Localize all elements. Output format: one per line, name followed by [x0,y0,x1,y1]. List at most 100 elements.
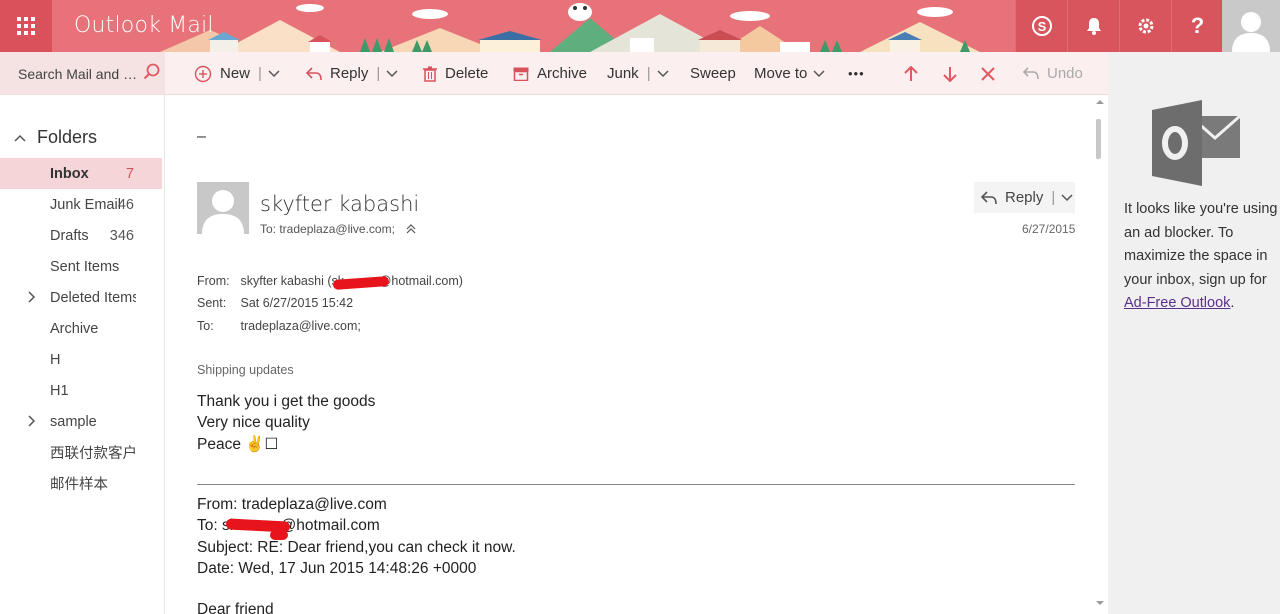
next-message-button[interactable] [943,52,965,95]
delete-label: Delete [445,65,489,82]
skype-button[interactable]: S [1015,0,1067,52]
folder-item[interactable]: Inbox 7 [0,158,162,189]
scroll-down-icon[interactable] [1095,600,1105,606]
sender-name[interactable]: skyfter kabashi [260,192,419,216]
app-launcher-button[interactable] [0,0,52,52]
folder-name: Archive [50,320,99,337]
folder-item[interactable]: Sent Items [0,251,162,282]
reading-scrollbar[interactable] [1095,95,1108,614]
folders-heading: Folders [37,127,98,147]
reading-pane [165,95,1108,614]
folder-name: H [50,351,61,368]
folder-item[interactable]: H [0,344,162,375]
search-input[interactable]: Search Mail and P... [18,66,142,82]
skype-icon: S [1031,16,1052,36]
quoted-greeting: Dear friend [197,601,274,614]
close-icon [981,66,995,81]
chevron-down-icon[interactable] [657,69,669,78]
help-button[interactable]: ? [1171,0,1223,52]
delete-button[interactable]: Delete [423,52,488,95]
trash-icon [423,66,437,82]
person-icon [202,190,244,234]
reply-toolbar-button[interactable]: Reply | [306,52,406,95]
folder-item[interactable]: 邮件样本 [0,468,162,499]
reply-button[interactable]: Reply | [974,182,1075,213]
folder-pane: Folders Inbox 7 Junk Email 46 Drafts 346 Sent … [0,95,165,614]
to-label: To: [197,319,214,333]
settings-button[interactable] [1119,0,1171,52]
banner-illustration [160,3,980,52]
archive-icon [513,67,529,81]
avatar-icon [1232,12,1270,52]
move-to-label: Move to [754,65,808,82]
body-line: Peace ✌☐ [197,436,279,453]
undo-button[interactable]: Undo [1023,52,1083,95]
to-value: tradeplaza@live.com; [240,319,361,333]
body-line: Very nice quality [197,414,310,431]
search-box[interactable]: Search Mail and P... [0,52,165,95]
unread-count: 7 [125,165,134,182]
plus-circle-icon [194,65,212,82]
ad-tail: . [1230,295,1235,311]
previous-message-button[interactable] [904,52,926,95]
junk-label: Junk [607,65,639,82]
collapse-toggle[interactable]: – [197,128,206,146]
chevron-right-icon[interactable] [28,291,36,303]
undo-label: Undo [1047,65,1083,82]
help-icon: ? [1190,13,1205,38]
chevron-down-icon[interactable] [268,69,280,78]
outlook-logo-icon [1152,100,1241,186]
notifications-button[interactable] [1067,0,1119,52]
quoted-header-line: Date: Wed, 17 Jun 2015 14:48:26 +0000 [197,560,477,577]
waffle-icon [17,17,35,35]
recipient-line: To: tradeplaza@live.com; [260,222,416,236]
close-message-button[interactable] [981,52,1003,95]
move-to-button[interactable]: Move to [754,52,833,95]
folder-name: 西联付款客户 [50,446,136,462]
ad-free-outlook-link[interactable]: Ad-Free Outlook [1124,295,1230,311]
folders-header[interactable]: Folders [14,127,97,148]
chevron-down-icon[interactable] [386,69,398,78]
search-icon[interactable] [143,63,161,81]
folder-item[interactable]: Junk Email 46 [0,189,162,220]
scrollbar-thumb[interactable] [1096,119,1101,159]
bell-icon [1086,18,1101,35]
recipient-text[interactable]: To: tradeplaza@live.com; [260,222,395,236]
scroll-up-icon[interactable] [1095,99,1105,105]
folder-item[interactable]: 西联付款客户 [0,437,162,468]
reply-icon [981,190,997,204]
more-icon: ••• [848,66,865,81]
sweep-label: Sweep [690,65,736,82]
reply-label: Reply [1005,189,1044,206]
folder-name: 邮件样本 [50,477,108,493]
folder-item[interactable]: H1 [0,375,162,406]
sweep-button[interactable]: Sweep [690,52,736,95]
ad-text: It looks like you're using an ad blocker… [1124,201,1278,288]
junk-button[interactable]: Junk | [607,52,677,95]
folder-item[interactable]: sample [0,406,162,437]
reply-label: Reply [330,65,369,82]
body-line: Thank you i get the goods [197,393,376,410]
svg-text:S: S [1037,19,1046,34]
arrow-down-icon [943,66,957,82]
folder-name: sample [50,413,97,430]
more-actions-button[interactable]: ••• [848,52,865,95]
folder-name: H1 [50,382,69,399]
ad-pane: It looks like you're using an ad blocker… [1108,52,1280,614]
chevron-up-icon [14,134,26,142]
top-banner: Outlook Mail S ? [0,0,1280,52]
quoted-header-line: Subject: RE: Dear friend,you can check i… [197,539,516,556]
archive-button[interactable]: Archive [513,52,587,95]
folder-item[interactable]: Deleted Items [0,282,162,313]
chevron-right-icon[interactable] [28,415,36,427]
undo-icon [1023,66,1039,79]
reply-icon [306,66,322,80]
user-avatar-button[interactable] [1222,0,1280,52]
divider [197,484,1075,485]
folder-item[interactable]: Archive [0,313,162,344]
new-button[interactable]: New | [194,52,288,95]
double-chevron-up-icon[interactable] [406,224,416,234]
folder-item[interactable]: Drafts 346 [0,220,162,251]
chevron-down-icon[interactable] [1061,193,1073,202]
gear-icon [1138,18,1153,34]
